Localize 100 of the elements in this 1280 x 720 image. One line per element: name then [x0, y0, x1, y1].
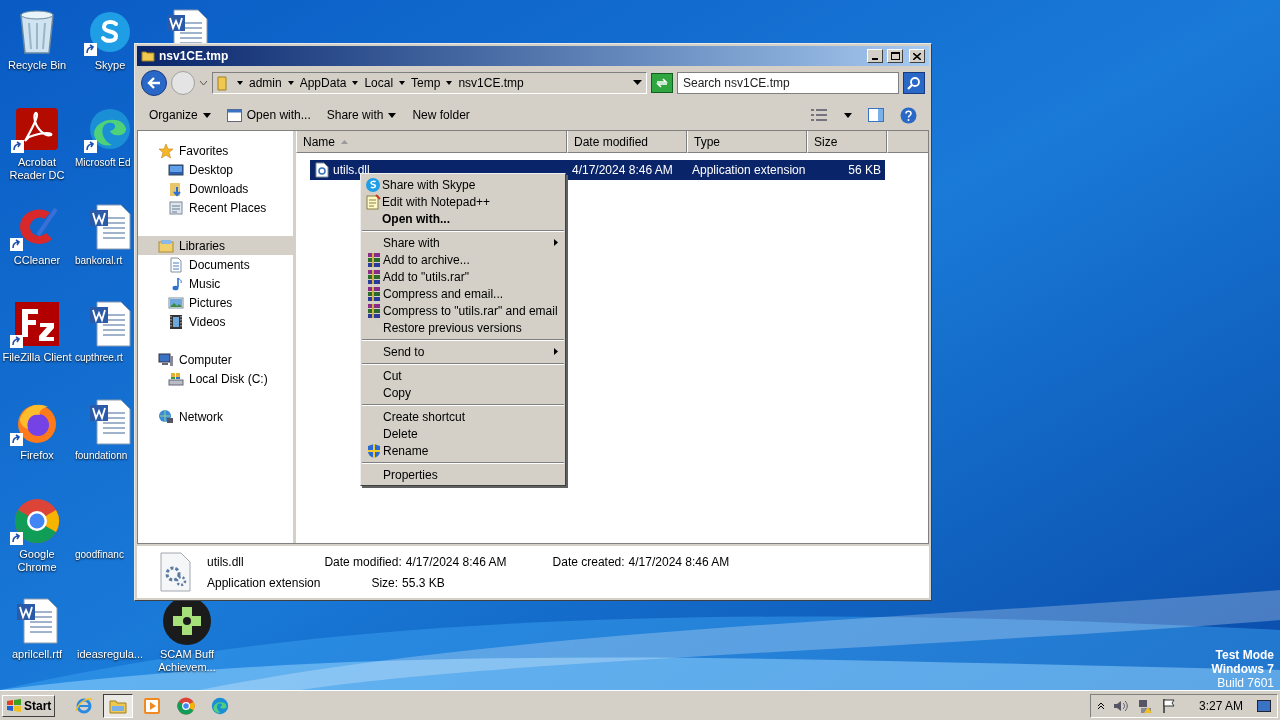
desktop-icon-label[interactable]: bankoral.rt [73, 254, 123, 267]
menu-item[interactable]: Compress and email... [362, 285, 564, 302]
desktop-icon-label[interactable]: aprilcell.rtf [9, 648, 65, 661]
toolbar-button[interactable]: New folder [412, 106, 470, 124]
search-field[interactable]: Search nsv1CE.tmp [677, 72, 899, 94]
column-header[interactable]: Size [807, 131, 887, 153]
start-button[interactable]: Start [2, 694, 56, 717]
menu-item[interactable]: Open with... [361, 210, 565, 227]
menu-item[interactable]: Cut [362, 367, 564, 384]
desktop-icon-label[interactable]: Recycle Bin [5, 59, 69, 72]
caret-icon[interactable] [844, 112, 852, 118]
computer-icon [158, 351, 174, 368]
desktop-icon-label[interactable]: ideasregula... [74, 648, 145, 661]
search-button[interactable] [903, 72, 925, 94]
nav-item[interactable]: Downloads [138, 179, 293, 198]
menu-item[interactable]: Properties [362, 466, 564, 483]
nav-item[interactable]: Libraries [138, 236, 293, 255]
menu-item[interactable]: Create shortcut [362, 408, 564, 425]
refresh-icon [655, 77, 669, 89]
system-notice-text: Test Mode [1215, 648, 1274, 662]
media-player-icon [143, 696, 162, 715]
column-header[interactable]: Name [296, 131, 567, 153]
desktop-icon-label[interactable]: Microsoft Ed [73, 156, 131, 169]
winrar-icon [366, 302, 382, 319]
desktop-icon-label[interactable]: FileZilla Client [0, 351, 74, 364]
shortcut-arrow-icon [10, 433, 23, 446]
column-header[interactable]: Type [687, 131, 807, 153]
file-name: utils.dll [333, 162, 370, 179]
menu-item[interactable]: Rename [362, 442, 564, 459]
help-icon[interactable] [900, 106, 917, 124]
breadcrumb-item[interactable]: AppData [299, 74, 347, 92]
network-icon[interactable] [1136, 697, 1153, 714]
nav-item[interactable]: Desktop [138, 160, 293, 179]
address-bar[interactable]: admin AppData Local Temp nsv1CE.tmp [212, 72, 647, 94]
column-header[interactable]: Date modified [567, 131, 687, 153]
nav-item[interactable]: Network [138, 407, 293, 426]
preview-pane-icon[interactable] [868, 108, 884, 122]
acrobat-icon [15, 107, 59, 151]
back-button[interactable] [141, 70, 167, 96]
breadcrumb-arrow-icon [399, 80, 406, 86]
breadcrumb-item[interactable]: nsv1CE.tmp [458, 74, 524, 92]
nav-item[interactable]: Favorites [138, 141, 293, 160]
close-icon [913, 52, 921, 60]
filezilla-icon [14, 301, 60, 347]
desktop-icon-label[interactable]: Firefox [18, 449, 56, 462]
nav-item[interactable]: Music [138, 274, 293, 293]
videos-icon [168, 313, 184, 330]
desktop-icon-label[interactable]: cupthree.rt [73, 351, 123, 364]
menu-item[interactable]: Copy [362, 384, 564, 401]
desktop-icon-label[interactable]: SCAM Buff Achievem... [150, 648, 224, 674]
maximize-button[interactable] [887, 49, 903, 63]
toolbar-button[interactable]: Open with... [226, 106, 311, 124]
menu-item[interactable]: Restore previous versions [362, 319, 564, 336]
desktop-icon-label[interactable]: Skype [92, 59, 128, 72]
desktop-icon-label[interactable]: foundationn [73, 449, 128, 462]
chrome-icon [177, 696, 196, 715]
close-button[interactable] [909, 49, 925, 63]
menu-item[interactable]: Delete [362, 425, 564, 442]
speaker-icon[interactable] [1112, 698, 1129, 713]
breadcrumb-item[interactable]: admin [249, 74, 282, 92]
dll-file-icon [315, 162, 329, 178]
nav-item[interactable]: Documents [138, 255, 293, 274]
desktop-icon-label[interactable]: goodfinanc [73, 548, 124, 561]
desktop-icon-label[interactable]: Acrobat Reader DC [0, 156, 74, 182]
nav-item[interactable]: Recent Places [138, 198, 293, 217]
menu-item[interactable]: Add to archive... [362, 251, 564, 268]
minimize-button[interactable] [867, 49, 883, 63]
show-desktop-icon[interactable] [1257, 699, 1271, 712]
toolbar-button[interactable]: Organize [149, 106, 211, 124]
toolbar-button[interactable]: Share with [326, 106, 397, 124]
menu-item[interactable]: Share with [362, 234, 564, 251]
file-type: Application extension [691, 162, 807, 179]
flag-icon[interactable] [1160, 697, 1177, 714]
folder-icon [141, 49, 155, 63]
desktop-icon-label[interactable]: Google Chrome [0, 548, 74, 574]
nav-item[interactable]: Videos [138, 312, 293, 331]
menu-item[interactable]: Add to "utils.rar" [362, 268, 564, 285]
clock[interactable]: 3:27 AM [1198, 696, 1243, 715]
menu-item[interactable]: Compress to "utils.rar" and email [362, 302, 564, 319]
star-icon [158, 142, 174, 159]
details-value: 4/17/2024 8:46 AM [405, 553, 507, 571]
winrar-icon [366, 268, 382, 285]
menu-item[interactable]: Edit with Notepad++ [361, 193, 565, 210]
details-label: Date modified: [324, 553, 402, 571]
menu-item[interactable]: Send to [362, 343, 564, 360]
view-options-icon[interactable] [810, 108, 828, 122]
word-document-icon [89, 399, 131, 445]
breadcrumb-item[interactable]: Temp [411, 74, 441, 92]
breadcrumb-arrow-icon [352, 80, 359, 86]
nav-item[interactable]: Computer [138, 350, 293, 369]
desktop-icon-label[interactable]: CCleaner [11, 254, 63, 267]
chevron-up-icon[interactable] [1096, 701, 1105, 710]
refresh-button[interactable] [651, 73, 673, 93]
nav-item[interactable]: Local Disk (C:) [138, 369, 293, 388]
taskbar-app-button[interactable] [103, 693, 134, 718]
nav-item[interactable]: Pictures [138, 293, 293, 312]
internet-explorer-icon [75, 696, 94, 715]
breadcrumb-item[interactable]: Local [364, 74, 394, 92]
recycle-bin-icon [17, 9, 57, 55]
pictures-icon [168, 294, 184, 311]
